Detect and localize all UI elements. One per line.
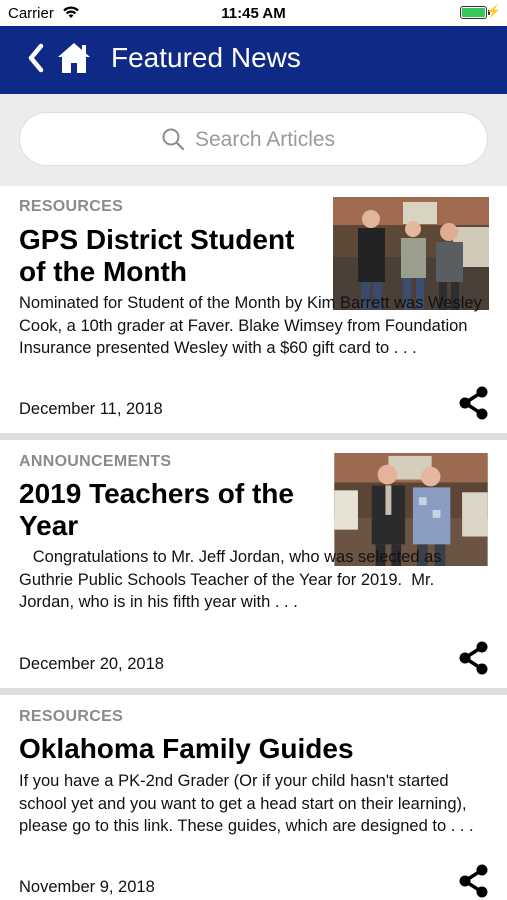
battery-icon (460, 6, 487, 19)
home-icon[interactable] (55, 40, 93, 76)
article-excerpt: Nominated for Student of the Month by Ki… (19, 294, 482, 357)
article-title[interactable]: 2019 Teachers of the Year (19, 478, 319, 542)
article-card[interactable]: RESOURCES Oklahoma Family Guides If you … (0, 695, 507, 900)
charging-icon: ⚡ (486, 4, 501, 18)
article-separator (0, 688, 507, 695)
article-title[interactable]: GPS District Student of the Month (19, 224, 319, 288)
article-date: November 9, 2018 (19, 878, 155, 896)
nav-bar: Featured News (0, 26, 507, 94)
article-separator (0, 433, 507, 440)
status-time: 11:45 AM (221, 5, 286, 22)
article-category: ANNOUNCEMENTS (19, 453, 172, 470)
search-icon (162, 128, 185, 151)
article-category: RESOURCES (19, 198, 124, 215)
article-card[interactable]: ANNOUNCEMENTS 2019 Teachers of the Year … (0, 440, 507, 688)
search-box[interactable] (19, 112, 488, 166)
back-chevron-icon[interactable] (26, 42, 46, 74)
article-excerpt: If you have a PK-2nd Grader (Or if your … (19, 772, 474, 835)
share-icon[interactable] (458, 386, 490, 420)
article-date: December 20, 2018 (19, 655, 164, 673)
share-icon[interactable] (458, 641, 490, 675)
article-date: December 11, 2018 (19, 400, 163, 418)
search-bar-container (0, 94, 507, 186)
article-title[interactable]: Oklahoma Family Guides (19, 733, 489, 765)
page-title: Featured News (111, 42, 301, 73)
share-icon[interactable] (458, 864, 490, 898)
article-card[interactable]: RESOURCES GPS District Student of the Mo… (0, 186, 507, 433)
status-bar: Carrier 11:45 AM ⚡ (0, 0, 507, 26)
article-excerpt: Congratulations to Mr. Jeff Jordan, who … (19, 548, 447, 611)
article-category: RESOURCES (19, 708, 124, 725)
search-input[interactable] (193, 124, 457, 156)
